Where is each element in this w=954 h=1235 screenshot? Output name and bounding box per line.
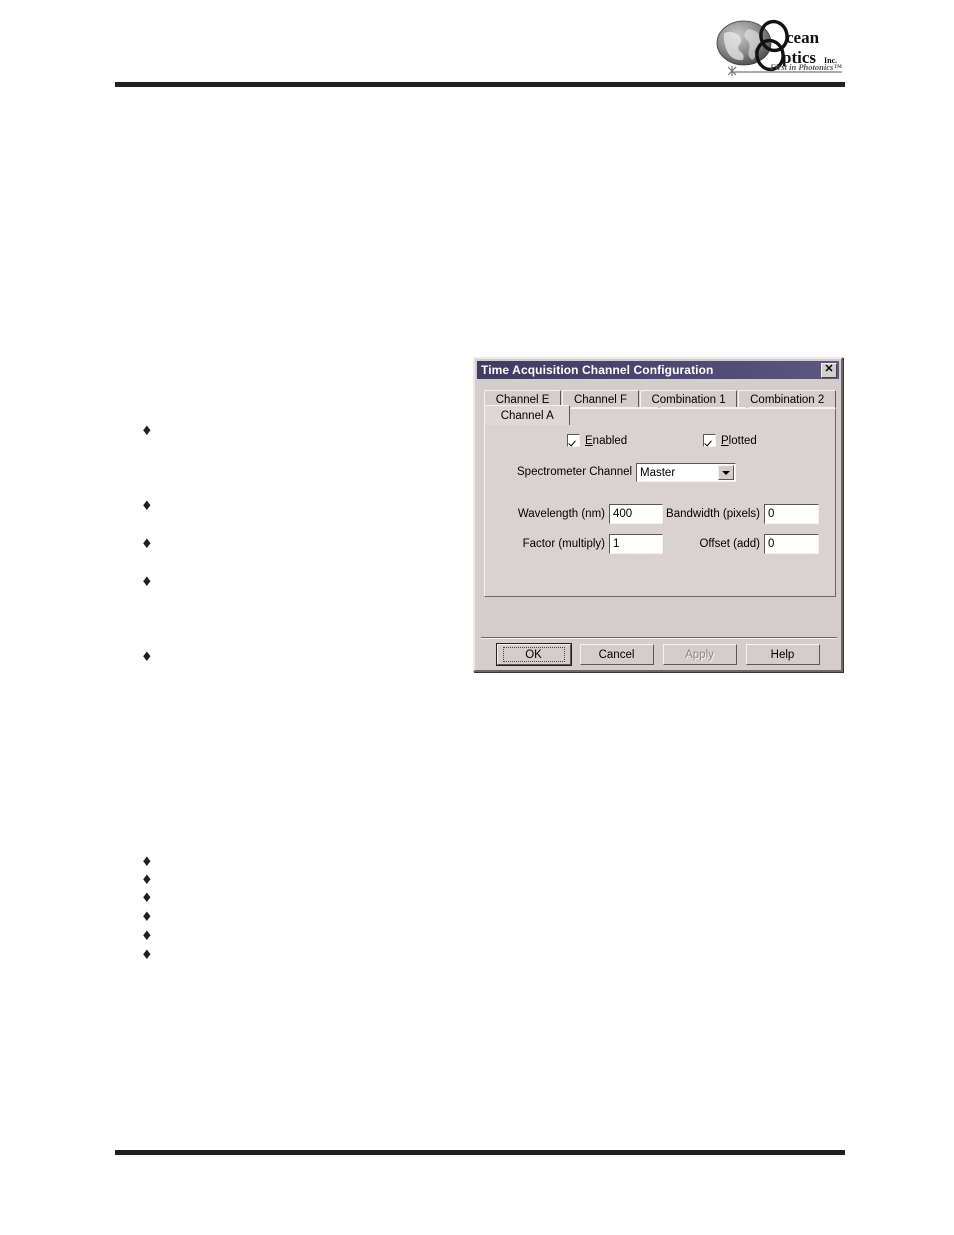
time-acquisition-channel-configuration-dialog: Time Acquisition Channel Configuration ✕… [473,357,843,672]
list-item-bullet: ♦ [141,910,153,925]
button-separator [481,637,837,639]
list-item-bullet: ♦ [141,537,153,552]
tab-combination-2[interactable]: Combination 2 [738,390,837,408]
spectrometer-channel-value: Master [640,466,676,479]
checkbox-box-enabled[interactable] [567,434,580,447]
list-item-bullet: ♦ [141,873,153,888]
apply-button: Apply [662,644,737,665]
bandwidth-input[interactable]: 0 [764,504,819,524]
factor-field: Factor (multiply) 1 [513,534,663,554]
wavelength-label: Wavelength (nm) [517,508,605,520]
offset-field: Offset (add) 0 [665,534,819,554]
document-page: cean ptics Inc. First in Photonics™ ♦ ♦ … [0,0,954,1235]
enabled-checkbox-label: Enabled [585,434,628,447]
bandwidth-field: Bandwidth (pixels) 0 [665,504,819,524]
spectrometer-channel-row: Spectrometer Channel Master [485,463,835,483]
logo-star-mark [727,66,737,76]
ocean-optics-logo: cean ptics Inc. First in Photonics™ [710,17,850,79]
enabled-checkbox[interactable]: Enabled [567,434,627,447]
list-item-bullet: ♦ [141,929,153,944]
list-item-bullet: ♦ [141,948,153,963]
ok-button-label: OK [502,647,565,662]
logo-tagline: First in Photonics™ [769,62,842,72]
offset-label: Offset (add) [699,538,760,550]
help-button[interactable]: Help [745,644,820,665]
logo-ocean-text: cean [786,28,820,47]
list-item-bullet: ♦ [141,891,153,906]
list-item-bullet: ♦ [141,650,153,665]
checkbox-row: Enabled Plotted [485,434,835,450]
tab-channel-f[interactable]: Channel F [562,390,639,408]
factor-input[interactable]: 1 [609,534,663,554]
close-icon[interactable]: ✕ [821,362,837,378]
checkbox-box-plotted[interactable] [703,434,716,447]
ok-button[interactable]: OK [495,643,572,666]
tab-panel-channel-a: Enabled Plotted Spectrometer Channel Mas… [484,408,836,597]
chevron-down-icon[interactable] [718,465,734,480]
footer-divider-rule [115,1150,845,1155]
header-divider-rule [115,82,845,87]
plotted-checkbox[interactable]: Plotted [703,434,757,447]
dialog-button-bar: OK Cancel Apply Help [475,643,841,666]
dialog-title: Time Acquisition Channel Configuration [481,363,714,377]
list-item-bullet: ♦ [141,855,153,870]
tab-combination-1[interactable]: Combination 1 [639,390,738,408]
spectrometer-channel-label: Spectrometer Channel [517,466,633,478]
wavelength-field: Wavelength (nm) 400 [513,504,663,524]
dialog-titlebar[interactable]: Time Acquisition Channel Configuration ✕ [477,361,839,379]
wavelength-input[interactable]: 400 [609,504,663,524]
bandwidth-label: Bandwidth (pixels) [666,508,760,520]
factor-label: Factor (multiply) [522,538,605,550]
spectrometer-channel-select[interactable]: Master [636,463,736,482]
plotted-checkbox-label: Plotted [721,434,757,447]
list-item-bullet: ♦ [141,499,153,514]
tab-channel-a[interactable]: Channel A [484,405,571,425]
offset-input[interactable]: 0 [764,534,819,554]
list-item-bullet: ♦ [141,424,153,439]
cancel-button[interactable]: Cancel [579,644,654,665]
list-item-bullet: ♦ [141,575,153,590]
